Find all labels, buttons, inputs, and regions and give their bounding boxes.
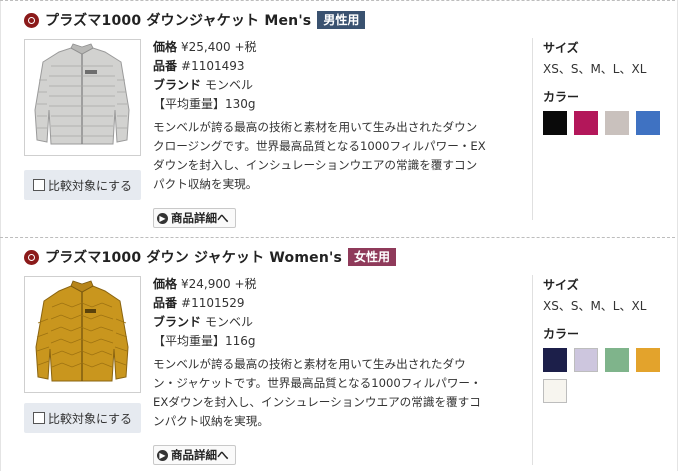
weight-label: 【平均重量】: [153, 97, 226, 111]
product-info: 価格 ¥24,900 +税 品番 #1101529 ブランド モンベル 【平均重量】1…: [153, 275, 531, 431]
price-value: ¥25,400 +税: [181, 40, 257, 54]
color-heading: カラー: [543, 90, 580, 104]
size-list: XS、S、M、L、XL: [543, 62, 647, 76]
product-description: モンベルが誇る最高の技術と素材を用いて生み出されたダウ ン・ジャケットです。世界…: [153, 355, 531, 431]
divider-top: [0, 0, 675, 1]
product-title[interactable]: プラズマ1000 ダウン ジャケット Women's: [45, 247, 342, 267]
size-list: XS、S、M、L、XL: [543, 299, 647, 313]
compare-label: 比較対象にする: [47, 178, 133, 193]
checkbox-icon[interactable]: [32, 412, 45, 424]
price-line: 価格 ¥24,900 +税: [153, 275, 531, 294]
description-line: ダウンを封入し、インシュレーションウエアの常識を覆すコン: [153, 158, 478, 172]
detail-label: 商品詳細へ: [171, 211, 229, 225]
code-label: 品番: [153, 296, 178, 310]
color-swatch-lavender[interactable]: [574, 348, 598, 372]
weight-value: 116g: [225, 334, 256, 348]
weight-value: 130g: [225, 97, 256, 111]
product-title[interactable]: プラズマ1000 ダウンジャケット Men's: [45, 10, 311, 30]
color-swatch-light-gray[interactable]: [605, 111, 629, 135]
jacket-image: [34, 43, 130, 145]
product-title-row: プラズマ1000 ダウンジャケット Men's 男性用: [24, 10, 366, 30]
size-heading: サイズ: [543, 41, 579, 55]
description-line: モンベルが誇る最高の技術と素材を用いて生み出されたダウ: [153, 357, 466, 371]
gender-badge: 女性用: [348, 248, 397, 266]
color-swatch-blue[interactable]: [636, 111, 660, 135]
bullet-circle-icon: [24, 12, 39, 28]
product-description: モンベルが誇る最高の技術と素材を用いて生み出されたダウン クロージングです。世界…: [153, 118, 531, 194]
product-image[interactable]: [24, 39, 141, 156]
divider-middle: [0, 237, 675, 238]
arrow-right-circle-icon: ▶: [157, 449, 168, 461]
gender-badge: 男性用: [317, 11, 366, 29]
color-swatch-mustard[interactable]: [636, 348, 660, 372]
color-swatches: [543, 111, 667, 142]
color-swatch-off-white[interactable]: [543, 379, 567, 403]
weight-line: 【平均重量】116g: [153, 332, 531, 351]
brand-line: ブランド モンベル: [153, 76, 531, 95]
product-detail-button[interactable]: ▶ 商品詳細へ: [153, 208, 236, 228]
brand-label: ブランド: [153, 78, 202, 92]
compare-checkbox[interactable]: 比較対象にする: [24, 403, 141, 433]
left-border: [0, 0, 1, 471]
arrow-right-circle-icon: ▶: [157, 212, 168, 224]
jacket-image: [35, 280, 129, 382]
code-line: 品番 #1101529: [153, 294, 531, 313]
size-heading: サイズ: [543, 278, 579, 292]
color-swatch-black[interactable]: [543, 111, 567, 135]
logo-patch: [85, 309, 96, 313]
compare-checkbox[interactable]: 比較対象にする: [24, 170, 141, 200]
product-info: 価格 ¥25,400 +税 品番 #1101493 ブランド モンベル 【平均重量】1…: [153, 38, 531, 194]
description-line: モンベルが誇る最高の技術と素材を用いて生み出されたダウン: [153, 120, 478, 134]
description-line: ンパクト収納を実現。: [153, 414, 269, 428]
price-line: 価格 ¥25,400 +税: [153, 38, 531, 57]
compare-label: 比較対象にする: [47, 411, 133, 426]
brand-line: ブランド モンベル: [153, 313, 531, 332]
product-options: サイズ XS、S、M、L、XL カラー: [543, 277, 673, 410]
description-line: パクト収納を実現。: [153, 177, 258, 191]
bullet-circle-icon: [24, 249, 39, 265]
code-line: 品番 #1101493: [153, 57, 531, 76]
product-title-row: プラズマ1000 ダウン ジャケット Women's 女性用: [24, 247, 397, 267]
detail-label: 商品詳細へ: [171, 448, 229, 462]
brand-label: ブランド: [153, 315, 202, 329]
code-value: #1101529: [181, 296, 245, 310]
brand-value: モンベル: [205, 315, 254, 329]
color-swatch-navy[interactable]: [543, 348, 567, 372]
product-image[interactable]: [24, 276, 141, 393]
description-line: EXダウンを封入し、インシュレーションウエアの常識を覆すコ: [153, 395, 481, 409]
brand-value: モンベル: [205, 78, 254, 92]
column-divider: [532, 38, 533, 220]
color-heading: カラー: [543, 327, 580, 341]
product-detail-button[interactable]: ▶ 商品詳細へ: [153, 445, 236, 465]
description-line: クロージングです。世界最高品質となる1000フィルパワー・EX: [153, 139, 486, 153]
code-value: #1101493: [181, 59, 245, 73]
weight-line: 【平均重量】130g: [153, 95, 531, 114]
code-label: 品番: [153, 59, 178, 73]
description-line: ン・ジャケットです。世界最高品質となる1000フィルパワー・: [153, 376, 482, 390]
price-value: ¥24,900 +税: [181, 277, 257, 291]
logo-patch: [85, 70, 97, 74]
color-swatches: [543, 348, 667, 410]
color-swatch-sage-green[interactable]: [605, 348, 629, 372]
right-border: [677, 0, 678, 471]
product-options: サイズ XS、S、M、L、XL カラー: [543, 40, 673, 142]
price-label: 価格: [153, 277, 178, 291]
checkbox-icon[interactable]: [32, 179, 45, 191]
weight-label: 【平均重量】: [153, 334, 226, 348]
price-label: 価格: [153, 40, 178, 54]
column-divider: [532, 275, 533, 465]
color-swatch-magenta[interactable]: [574, 111, 598, 135]
